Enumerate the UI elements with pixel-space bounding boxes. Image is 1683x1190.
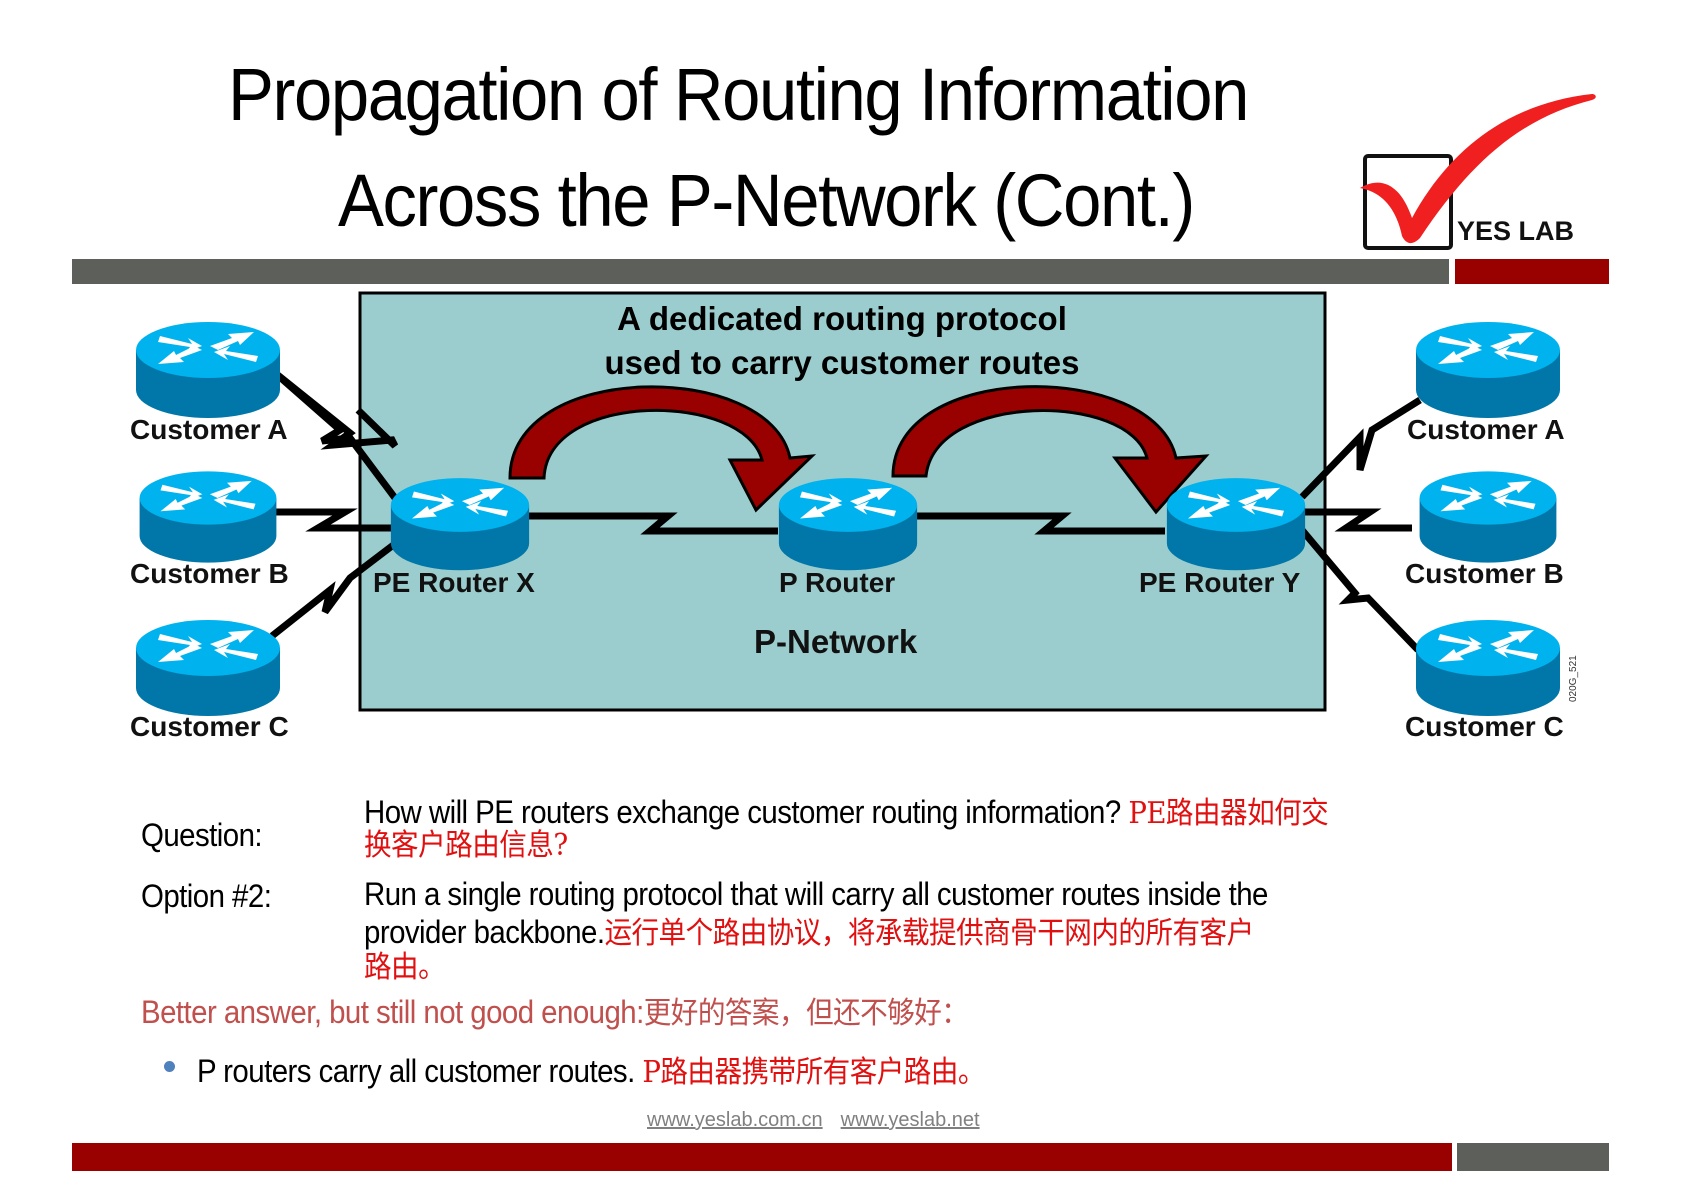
mpls-diagram: A dedicated routing protocol used to car… <box>130 291 1579 742</box>
label-pe-router-x: PE Router X <box>373 567 535 598</box>
router-customer-a-left <box>136 322 280 418</box>
footer-bar-red <box>72 1143 1452 1171</box>
router-pe-y <box>1166 478 1306 571</box>
footer-links: www.yeslab.com.cn www.yeslab.net <box>647 1109 998 1132</box>
footer-link-yeslab-cn[interactable]: www.yeslab.com.cn <box>647 1109 823 1131</box>
label-p-router: P Router <box>779 567 895 598</box>
bullet-chinese: P路由器携带所有客户路由。 <box>642 1055 985 1090</box>
question-chinese-2: 换客户路由信息? <box>364 828 568 863</box>
label-customer-a-left: Customer A <box>130 414 288 445</box>
better-answer-english: Better answer, but still not good enough… <box>141 994 644 1030</box>
bullet-english: P routers carry all customer routes. <box>197 1053 635 1089</box>
label-customer-a-right: Customer A <box>1407 414 1565 445</box>
router-customer-c-left <box>136 620 280 716</box>
label-customer-c-right: Customer C <box>1405 711 1564 742</box>
question-chinese-1: PE路由器如何交 <box>1128 796 1329 831</box>
router-pe-x <box>390 478 530 571</box>
option-chinese-1: 运行单个路由协议，将承载提供商骨干网内的所有客户 <box>604 916 1254 951</box>
bullet-dot <box>164 1061 175 1072</box>
router-p <box>778 478 918 571</box>
bullet-item: P routers carry all customer routes. P路由… <box>197 1047 985 1091</box>
label-pe-router-y: PE Router Y <box>1139 567 1301 598</box>
question-label: Question: <box>141 817 263 853</box>
label-p-network: P-Network <box>754 623 918 660</box>
option-label: Option #2: <box>141 878 272 914</box>
label-customer-b-right: Customer B <box>1405 558 1564 589</box>
better-answer-line: Better answer, but still not good enough… <box>141 988 969 1032</box>
label-customer-b-left: Customer B <box>130 558 289 589</box>
footer-bar-gray <box>1457 1143 1609 1171</box>
footer-link-yeslab-net[interactable]: www.yeslab.net <box>841 1109 980 1131</box>
router-customer-b-left <box>139 471 277 563</box>
diagram-header-line-1: A dedicated routing protocol <box>617 300 1067 337</box>
option-chinese-2: 路由。 <box>364 950 446 985</box>
figure-id: 020G_521 <box>1568 655 1579 702</box>
diagram-header-line-2: used to carry customer routes <box>605 344 1080 381</box>
router-customer-b-right <box>1419 471 1557 563</box>
better-answer-chinese: 更好的答案，但还不够好： <box>643 996 969 1031</box>
router-customer-c-right <box>1416 620 1560 716</box>
label-customer-c-left: Customer C <box>130 711 289 742</box>
option-line-2: provider backbone.运行单个路由协议，将承载提供商骨干网内的所有… <box>364 908 1254 952</box>
router-customer-a-right <box>1416 322 1560 418</box>
